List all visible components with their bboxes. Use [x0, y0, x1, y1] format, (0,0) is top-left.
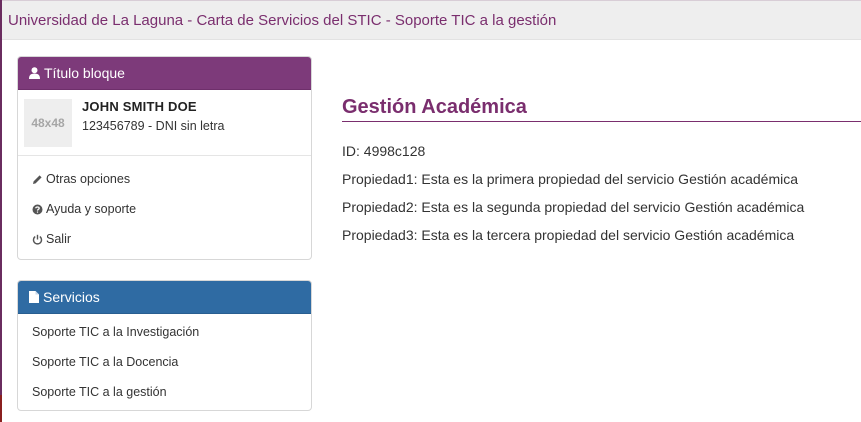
page-title: Gestión Académica — [342, 96, 861, 122]
service-id: ID: 4998c128 — [342, 143, 426, 159]
menu-item-label: Ayuda y soporte — [46, 202, 137, 216]
menu-item-salir[interactable]: Salir — [18, 224, 311, 254]
user-icon — [29, 67, 40, 79]
menu-item-ayuda-soporte[interactable]: Ayuda y soporte — [18, 194, 311, 224]
user-info: 48x48 JOHN SMITH DOE 123456789 - DNI sin… — [18, 90, 311, 156]
service-item-gestion[interactable]: Soporte TIC a la gestión — [18, 377, 311, 407]
site-title[interactable]: Universidad de La Laguna - Carta de Serv… — [8, 12, 556, 29]
service-property: Propiedad1: Esta es la primera propiedad… — [342, 171, 799, 187]
top-bar: Universidad de La Laguna - Carta de Serv… — [2, 0, 861, 40]
pencil-icon — [33, 174, 42, 184]
avatar: 48x48 — [24, 99, 72, 147]
user-name: JOHN SMITH DOE — [82, 99, 197, 114]
service-property: Propiedad2: Esta es la segunda propiedad… — [342, 199, 805, 215]
menu-item-label: Salir — [46, 232, 72, 246]
services-panel: Servicios Soporte TIC a la Investigación… — [17, 280, 312, 411]
user-id: 123456789 - DNI sin letra — [82, 119, 225, 133]
user-panel-title: Título bloque — [44, 65, 125, 81]
menu-item-otras-opciones[interactable]: Otras opciones — [18, 164, 311, 194]
service-property: Propiedad3: Esta es la tercera propiedad… — [342, 227, 795, 243]
services-list: Soporte TIC a la Investigación Soporte T… — [18, 314, 311, 407]
menu-item-label: Otras opciones — [46, 172, 131, 186]
services-panel-heading: Servicios — [18, 281, 311, 314]
window-left-edge — [0, 0, 2, 422]
user-menu: Otras opciones Ayuda y soporte Salir — [18, 156, 311, 254]
question-circle-icon — [32, 204, 43, 214]
service-item-investigacion[interactable]: Soporte TIC a la Investigación — [18, 317, 311, 347]
services-panel-title: Servicios — [43, 289, 100, 305]
user-panel: Título bloque 48x48 JOHN SMITH DOE 12345… — [17, 56, 312, 260]
service-item-docencia[interactable]: Soporte TIC a la Docencia — [18, 347, 311, 377]
user-panel-heading: Título bloque — [18, 57, 311, 90]
main-content: Gestión Académica ID: 4998c128 Propiedad… — [342, 96, 861, 243]
power-icon — [32, 234, 43, 244]
window-left-edge-accent — [0, 395, 2, 422]
file-icon — [29, 291, 39, 303]
